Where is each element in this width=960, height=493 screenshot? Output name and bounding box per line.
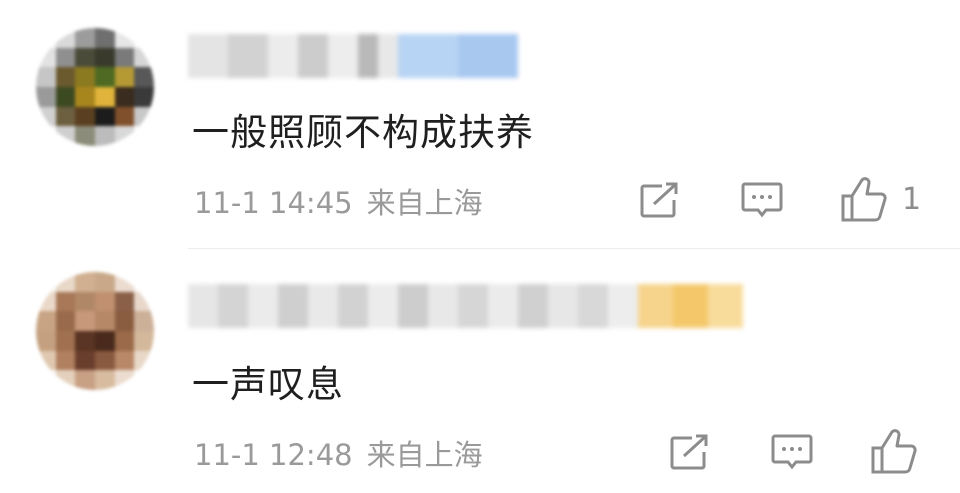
comment-location: 来自上海 xyxy=(366,438,483,472)
divider xyxy=(188,248,960,249)
share-button[interactable] xyxy=(668,432,712,472)
username-blurred[interactable] xyxy=(188,284,743,328)
share-button[interactable] xyxy=(638,180,682,220)
comment-meta: 11-1 12:48 来自上海 xyxy=(194,432,483,474)
comment-text: 一般照顾不构成扶养 xyxy=(192,111,534,154)
like-button[interactable]: 1 xyxy=(840,174,921,224)
share-icon xyxy=(640,182,678,218)
avatar[interactable] xyxy=(36,272,154,390)
comment-text: 一声叹息 xyxy=(192,363,344,406)
thumbs-up-icon xyxy=(841,177,887,222)
comment-time: 11-1 14:45 xyxy=(194,186,353,220)
comment-time: 11-1 12:48 xyxy=(194,438,353,472)
comment-item: 一般照顾不构成扶养 11-1 14:45 来自上海 1 xyxy=(0,0,960,250)
like-button[interactable] xyxy=(870,426,932,476)
comment-button[interactable] xyxy=(740,178,784,222)
comment-icon xyxy=(771,434,813,470)
thumbs-up-icon xyxy=(871,429,917,474)
comment-location: 来自上海 xyxy=(366,186,483,220)
comment-meta: 11-1 14:45 来自上海 xyxy=(194,180,483,222)
comment-item: 一声叹息 11-1 12:48 来自上海 xyxy=(0,250,960,493)
comment-button[interactable] xyxy=(770,430,814,474)
username-blurred[interactable] xyxy=(188,34,518,78)
like-count: 1 xyxy=(902,181,922,217)
comment-icon xyxy=(741,182,783,218)
avatar[interactable] xyxy=(36,28,154,146)
share-icon xyxy=(670,434,708,470)
